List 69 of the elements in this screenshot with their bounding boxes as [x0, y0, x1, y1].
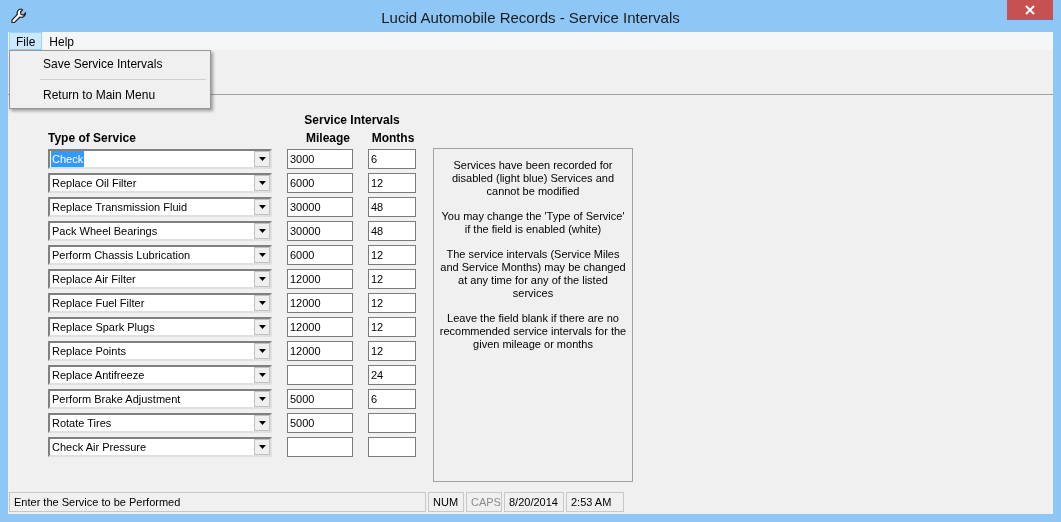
mileage-field[interactable] — [287, 365, 353, 385]
service-dropdown[interactable]: Replace Air Filter — [48, 269, 272, 289]
mileage-field[interactable]: 3000 — [287, 149, 353, 169]
status-panel: 8/20/2014 — [504, 492, 564, 512]
service-dropdown[interactable]: Replace Points — [48, 341, 272, 361]
close-button[interactable] — [1007, 0, 1053, 20]
dropdown-value: Replace Oil Filter — [51, 175, 138, 191]
service-dropdown[interactable]: Replace Fuel Filter — [48, 293, 272, 313]
dropdown-value: Rotate Tires — [51, 415, 113, 431]
dropdown-value: Check — [51, 150, 85, 168]
service-dropdown[interactable]: Rotate Tires — [48, 413, 272, 433]
dropdown-value: Replace Transmission Fluid — [51, 199, 189, 215]
dropdown-value: Replace Spark Plugs — [51, 319, 156, 335]
service-dropdown[interactable]: Replace Oil Filter — [48, 173, 272, 193]
menu-entry[interactable]: Save Service Intervals — [10, 53, 210, 75]
mileage-field[interactable]: 5000 — [287, 389, 353, 409]
months-field[interactable]: 48 — [368, 221, 416, 241]
menu-item[interactable]: Help — [42, 32, 82, 50]
mileage-field[interactable] — [287, 437, 353, 457]
dropdown-value: Check Air Pressure — [51, 439, 148, 455]
months-field[interactable]: 12 — [368, 269, 416, 289]
status-panel: CAPS — [466, 492, 502, 512]
service-dropdown[interactable]: Pack Wheel Bearings — [48, 221, 272, 241]
mileage-field[interactable]: 6000 — [287, 245, 353, 265]
column-heading: Months — [370, 130, 416, 147]
column-heading: Type of Service — [48, 130, 137, 147]
service-dropdown[interactable]: Perform Chassis Lubrication — [48, 245, 272, 265]
mileage-field[interactable]: 5000 — [287, 413, 353, 433]
status-message: Enter the Service to be Performed — [9, 492, 426, 512]
mileage-field[interactable]: 12000 — [287, 341, 353, 361]
close-icon — [1025, 5, 1035, 15]
months-field[interactable] — [368, 437, 416, 457]
months-field[interactable]: 6 — [368, 149, 416, 169]
service-dropdown[interactable]: Replace Transmission Fluid — [48, 197, 272, 217]
info-panel: Services have been recorded for disabled (light blue) Services and cannot be modified You may change the 'Type of Service' if the field is enabled (white) The service intervals (Service Miles and Service Months) may be changed at any time for any of the listed services Leave the field blank if there are no recommended service intervals for the given mileage or months — [433, 148, 633, 482]
months-field[interactable] — [368, 413, 416, 433]
wrench-icon — [10, 7, 28, 25]
dropdown-value: Replace Antifreeze — [51, 367, 146, 383]
months-field[interactable]: 12 — [368, 317, 416, 337]
window-title: Lucid Automobile Records - Service Intervals — [380, 8, 681, 28]
months-field[interactable]: 24 — [368, 365, 416, 385]
mileage-field[interactable]: 12000 — [287, 269, 353, 289]
months-field[interactable]: 12 — [368, 173, 416, 193]
service-dropdown[interactable]: Replace Antifreeze — [48, 365, 272, 385]
months-field[interactable]: 12 — [368, 341, 416, 361]
months-field[interactable]: 6 — [368, 389, 416, 409]
dropdown-value: Perform Brake Adjustment — [51, 391, 182, 407]
months-field[interactable]: 48 — [368, 197, 416, 217]
months-field[interactable]: 12 — [368, 245, 416, 265]
dropdown-value: Replace Air Filter — [51, 271, 137, 287]
dropdown-value: Perform Chassis Lubrication — [51, 247, 192, 263]
service-dropdown[interactable]: Check Air Pressure — [48, 437, 272, 457]
mileage-field[interactable]: 30000 — [287, 221, 353, 241]
service-dropdown[interactable]: Perform Brake Adjustment — [48, 389, 272, 409]
mileage-field[interactable]: 30000 — [287, 197, 353, 217]
months-field[interactable]: 12 — [368, 293, 416, 313]
service-dropdown[interactable]: Replace Spark Plugs — [48, 317, 272, 337]
mileage-field[interactable]: 6000 — [287, 173, 353, 193]
column-heading: Mileage — [305, 130, 351, 147]
status-panel: 2:53 AM — [566, 492, 624, 512]
mileage-field[interactable]: 12000 — [287, 317, 353, 337]
dropdown-value: Replace Points — [51, 343, 127, 359]
menu-entry[interactable]: Return to Main Menu — [10, 84, 210, 106]
status-panel: NUM — [428, 492, 464, 512]
dropdown-value: Pack Wheel Bearings — [51, 223, 159, 239]
dropdown-value: Replace Fuel Filter — [51, 295, 146, 311]
menu-item[interactable]: File — [9, 32, 43, 50]
group-heading: Service Intervals — [304, 112, 400, 129]
mileage-field[interactable]: 12000 — [287, 293, 353, 313]
